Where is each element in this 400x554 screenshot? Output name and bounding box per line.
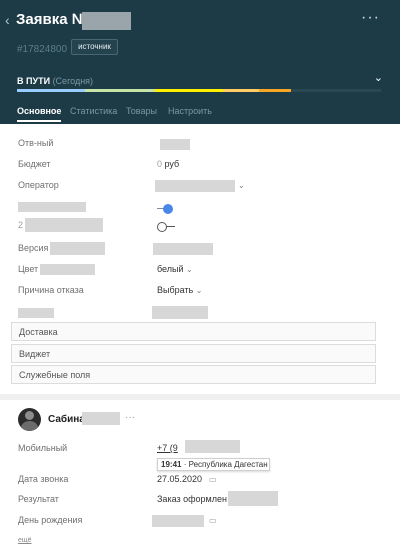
- tab-settings[interactable]: Настроить: [168, 106, 212, 116]
- more-horizontal-icon[interactable]: ···: [361, 9, 380, 27]
- section-label: Виджет: [19, 349, 51, 359]
- field-color: Цвет белый ⌄: [0, 264, 400, 284]
- phone-tooltip: 19:41 · Республика Дагестан: [157, 458, 270, 471]
- color-label: Цвет: [18, 264, 39, 274]
- toggle-switch-off[interactable]: [157, 222, 175, 232]
- back-chevron-icon[interactable]: ‹: [5, 12, 10, 28]
- call-date-label: Дата звонка: [18, 474, 69, 484]
- phone-redacted: [185, 440, 240, 453]
- avatar[interactable]: [18, 408, 41, 431]
- call-date-text: 27.05.2020: [157, 474, 203, 484]
- pipeline-progress-bar: [17, 89, 381, 92]
- field-label-redacted: [18, 308, 54, 318]
- field-toggle-2: 2: [0, 218, 400, 240]
- tab-main[interactable]: Основное: [17, 106, 61, 116]
- field-version: Версия: [0, 242, 400, 263]
- operator-value-redacted[interactable]: [155, 180, 235, 192]
- chevron-down-icon[interactable]: ⌄: [238, 181, 245, 190]
- more-link[interactable]: ещё: [18, 537, 32, 544]
- operator-label: Оператор: [18, 180, 59, 190]
- refusal-label: Причина отказа: [18, 285, 84, 295]
- version-label: Версия: [18, 243, 49, 253]
- budget-value[interactable]: 0 руб: [157, 159, 179, 169]
- refusal-value: Выбрать: [157, 285, 194, 295]
- budget-amount: 0: [157, 159, 163, 169]
- field-birthday: День рождения ▭: [0, 515, 400, 535]
- field-budget: Бюджет 0 руб: [0, 159, 400, 179]
- refusal-select[interactable]: Выбрать ⌄: [157, 285, 202, 295]
- page-title: Заявка №: [16, 11, 89, 28]
- field-refusal-reason: Причина отказа Выбрать ⌄: [0, 285, 400, 305]
- result-value[interactable]: Заказ оформлен: [157, 494, 227, 504]
- chevron-down-icon[interactable]: ⌄: [374, 71, 383, 84]
- status-date: (Сегодня): [52, 76, 94, 86]
- field-result: Результат Заказ оформлен: [0, 491, 400, 514]
- calendar-icon[interactable]: ▭: [209, 516, 217, 525]
- contact-name[interactable]: Сабина: [48, 414, 85, 425]
- field-owner: Отв-ный: [0, 138, 400, 158]
- color-label-redacted: [40, 264, 95, 275]
- section-widget[interactable]: Виджет: [11, 344, 376, 363]
- more-horizontal-icon[interactable]: ···: [125, 412, 135, 423]
- version-label-redacted: [50, 242, 105, 255]
- budget-unit: руб: [164, 159, 180, 169]
- lead-header: ‹ Заявка № ··· #17824800 источник В ПУТИ…: [0, 0, 400, 124]
- tab-products[interactable]: Товары: [126, 106, 157, 116]
- source-button[interactable]: источник: [71, 39, 118, 55]
- status-label: В ПУТИ: [17, 76, 51, 86]
- field-prefix: 2: [18, 220, 24, 230]
- toggle-switch-on[interactable]: [157, 204, 175, 214]
- field-operator: Оператор ⌄: [0, 180, 400, 200]
- field-value-redacted[interactable]: [152, 306, 208, 319]
- field-label-redacted: [25, 218, 103, 232]
- chevron-down-icon: ⌄: [186, 265, 193, 274]
- tab-statistics[interactable]: Статистика: [70, 106, 117, 116]
- mobile-value[interactable]: +7 (9: [157, 443, 178, 453]
- color-value: белый: [157, 264, 184, 274]
- lead-number-redacted: [82, 12, 131, 30]
- mobile-label: Мобильный: [18, 443, 68, 453]
- calendar-icon: ▭: [204, 475, 217, 484]
- section-label: Служебные поля: [19, 370, 91, 380]
- color-select[interactable]: белый ⌄: [157, 264, 193, 274]
- section-service-fields[interactable]: Служебные поля: [11, 365, 376, 384]
- birthday-value-redacted[interactable]: [152, 515, 204, 527]
- section-label: Доставка: [19, 327, 58, 337]
- field-label-redacted: [18, 202, 86, 212]
- result-redacted: [228, 491, 278, 506]
- field-call-date: Дата звонка 27.05.2020 ▭: [0, 474, 400, 494]
- active-tab-indicator: [17, 120, 61, 122]
- call-date-value[interactable]: 27.05.2020 ▭: [157, 474, 217, 484]
- result-label: Результат: [18, 494, 59, 504]
- lead-id: #17824800: [17, 44, 68, 55]
- tooltip-region: · Республика Дагестан: [183, 460, 268, 469]
- version-value-redacted[interactable]: [153, 243, 213, 255]
- section-delivery[interactable]: Доставка: [11, 322, 376, 341]
- chevron-down-icon: ⌄: [195, 286, 203, 295]
- birthday-label: День рождения: [18, 515, 83, 525]
- divider: [0, 394, 400, 400]
- budget-label: Бюджет: [18, 159, 51, 169]
- pipeline-status[interactable]: В ПУТИ (Сегодня): [17, 76, 93, 86]
- owner-value-redacted[interactable]: [160, 139, 190, 150]
- tabs: Основное Статистика Товары Настроить: [0, 106, 400, 124]
- contact-surname-redacted: [82, 412, 120, 425]
- owner-label: Отв-ный: [18, 138, 54, 148]
- tooltip-time: 19:41: [161, 460, 182, 469]
